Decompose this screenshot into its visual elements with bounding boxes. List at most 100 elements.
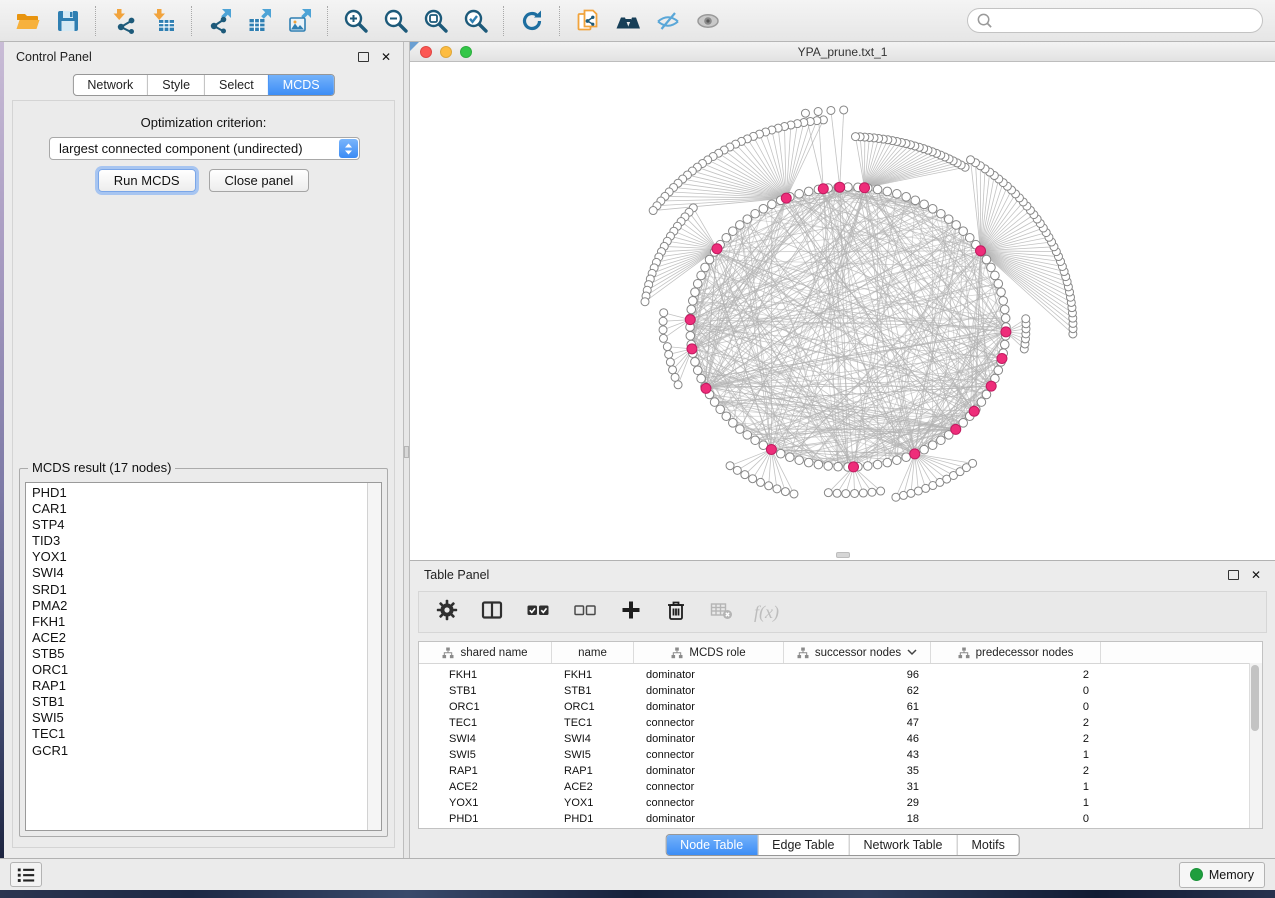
table-cell[interactable]: ORC1: [419, 701, 552, 713]
toggle-panel-button[interactable]: [480, 598, 504, 627]
table-cell[interactable]: TEC1: [552, 717, 634, 729]
table-cell[interactable]: ORC1: [552, 701, 634, 713]
close-panel-button[interactable]: Close panel: [209, 169, 310, 192]
column-header-successor-nodes[interactable]: successor nodes: [784, 642, 931, 663]
table-row[interactable]: ACE2ACE2connector311: [419, 779, 1262, 795]
close-window-icon[interactable]: [420, 46, 432, 58]
show-all-button[interactable]: [688, 5, 728, 37]
table-cell[interactable]: 0: [931, 685, 1101, 697]
import-table-button[interactable]: [144, 5, 184, 37]
table-cell[interactable]: SWI4: [552, 733, 634, 745]
open-file-button[interactable]: [8, 5, 48, 37]
table-cell[interactable]: STB1: [419, 685, 552, 697]
table-scrollbar[interactable]: [1249, 663, 1262, 828]
horizontal-splitter-grip[interactable]: [836, 552, 850, 558]
minimize-window-icon[interactable]: [440, 46, 452, 58]
binoculars-button[interactable]: [608, 5, 648, 37]
import-network-button[interactable]: [104, 5, 144, 37]
hide-selected-button[interactable]: [648, 5, 688, 37]
table-cell[interactable]: connector: [634, 749, 784, 761]
table-cell[interactable]: 1: [931, 781, 1101, 793]
table-cell[interactable]: 2: [931, 765, 1101, 777]
table-cell[interactable]: SWI5: [419, 749, 552, 761]
tab-style[interactable]: Style: [147, 75, 204, 95]
table-row[interactable]: FKH1FKH1dominator962: [419, 667, 1262, 683]
search-box[interactable]: [967, 8, 1263, 33]
table-cell[interactable]: 2: [931, 717, 1101, 729]
table-cell[interactable]: ACE2: [419, 781, 552, 793]
table-cell[interactable]: 2: [931, 669, 1101, 681]
table-cell[interactable]: SWI5: [552, 749, 634, 761]
table-row[interactable]: STB1STB1dominator620: [419, 683, 1262, 699]
zoom-fit-button[interactable]: [416, 5, 456, 37]
table-cell[interactable]: RAP1: [552, 765, 634, 777]
table-cell[interactable]: connector: [634, 797, 784, 809]
table-cell[interactable]: 31: [784, 781, 931, 793]
table-cell[interactable]: 47: [784, 717, 931, 729]
table-cell[interactable]: 46: [784, 733, 931, 745]
table-cell[interactable]: 18: [784, 813, 931, 825]
table-cell[interactable]: 0: [931, 813, 1101, 825]
copy-network-button[interactable]: [568, 5, 608, 37]
splitter-grip[interactable]: [404, 446, 409, 458]
table-cell[interactable]: RAP1: [419, 765, 552, 777]
table-cell[interactable]: PHD1: [419, 813, 552, 825]
table-cell[interactable]: 29: [784, 797, 931, 809]
table-cell[interactable]: 35: [784, 765, 931, 777]
select-all-button[interactable]: [525, 598, 551, 627]
column-header-name[interactable]: name: [552, 642, 634, 663]
run-mcds-button[interactable]: Run MCDS: [98, 169, 196, 192]
table-cell[interactable]: 61: [784, 701, 931, 713]
table-cell[interactable]: ACE2: [552, 781, 634, 793]
task-history-button[interactable]: [10, 862, 42, 887]
table-cell[interactable]: 2: [931, 733, 1101, 745]
list-scrollbar[interactable]: [367, 483, 381, 830]
table-row[interactable]: TEC1TEC1connector472: [419, 715, 1262, 731]
table-cell[interactable]: 43: [784, 749, 931, 761]
table-row[interactable]: PHD1PHD1dominator180: [419, 811, 1262, 827]
deselect-all-button[interactable]: [572, 598, 598, 627]
table-cell[interactable]: YOX1: [419, 797, 552, 809]
table-cell[interactable]: TEC1: [419, 717, 552, 729]
close-panel-icon[interactable]: ✕: [381, 51, 391, 63]
tab-mcds[interactable]: MCDS: [268, 75, 334, 95]
table-cell[interactable]: dominator: [634, 669, 784, 681]
table-cell[interactable]: 1: [931, 797, 1101, 809]
column-header-mcds-role[interactable]: MCDS role: [634, 642, 784, 663]
zoom-out-button[interactable]: [376, 5, 416, 37]
table-row[interactable]: SWI5SWI5connector431: [419, 747, 1262, 763]
vertical-splitter[interactable]: [403, 42, 410, 858]
table-cell[interactable]: dominator: [634, 813, 784, 825]
tab-edge-table[interactable]: Edge Table: [757, 835, 848, 855]
maximize-window-icon[interactable]: [460, 46, 472, 58]
table-cell[interactable]: 62: [784, 685, 931, 697]
table-cell[interactable]: SWI4: [419, 733, 552, 745]
tab-select[interactable]: Select: [204, 75, 268, 95]
memory-button[interactable]: Memory: [1179, 862, 1265, 888]
search-input[interactable]: [998, 13, 1254, 29]
delete-column-button[interactable]: [664, 598, 688, 627]
float-panel-icon[interactable]: [358, 52, 369, 62]
export-network-button[interactable]: [200, 5, 240, 37]
table-cell[interactable]: PHD1: [552, 813, 634, 825]
zoom-in-button[interactable]: [336, 5, 376, 37]
table-cell[interactable]: 1: [931, 749, 1101, 761]
table-cell[interactable]: dominator: [634, 685, 784, 697]
tab-node-table[interactable]: Node Table: [666, 835, 757, 855]
table-row[interactable]: ORC1ORC1dominator610: [419, 699, 1262, 715]
save-session-button[interactable]: [48, 5, 88, 37]
table-row[interactable]: YOX1YOX1connector291: [419, 795, 1262, 811]
table-cell[interactable]: 96: [784, 669, 931, 681]
table-settings-button[interactable]: [435, 598, 459, 627]
close-panel-icon[interactable]: ✕: [1251, 569, 1261, 581]
table-row[interactable]: SWI4SWI4dominator462: [419, 731, 1262, 747]
network-graph[interactable]: [410, 62, 1275, 559]
tab-motifs[interactable]: Motifs: [956, 835, 1018, 855]
table-cell[interactable]: dominator: [634, 701, 784, 713]
network-canvas[interactable]: [410, 62, 1275, 559]
table-cell[interactable]: FKH1: [552, 669, 634, 681]
zoom-selected-button[interactable]: [456, 5, 496, 37]
tab-network-table[interactable]: Network Table: [849, 835, 957, 855]
export-table-button[interactable]: [240, 5, 280, 37]
column-header-shared-name[interactable]: shared name: [419, 642, 552, 663]
